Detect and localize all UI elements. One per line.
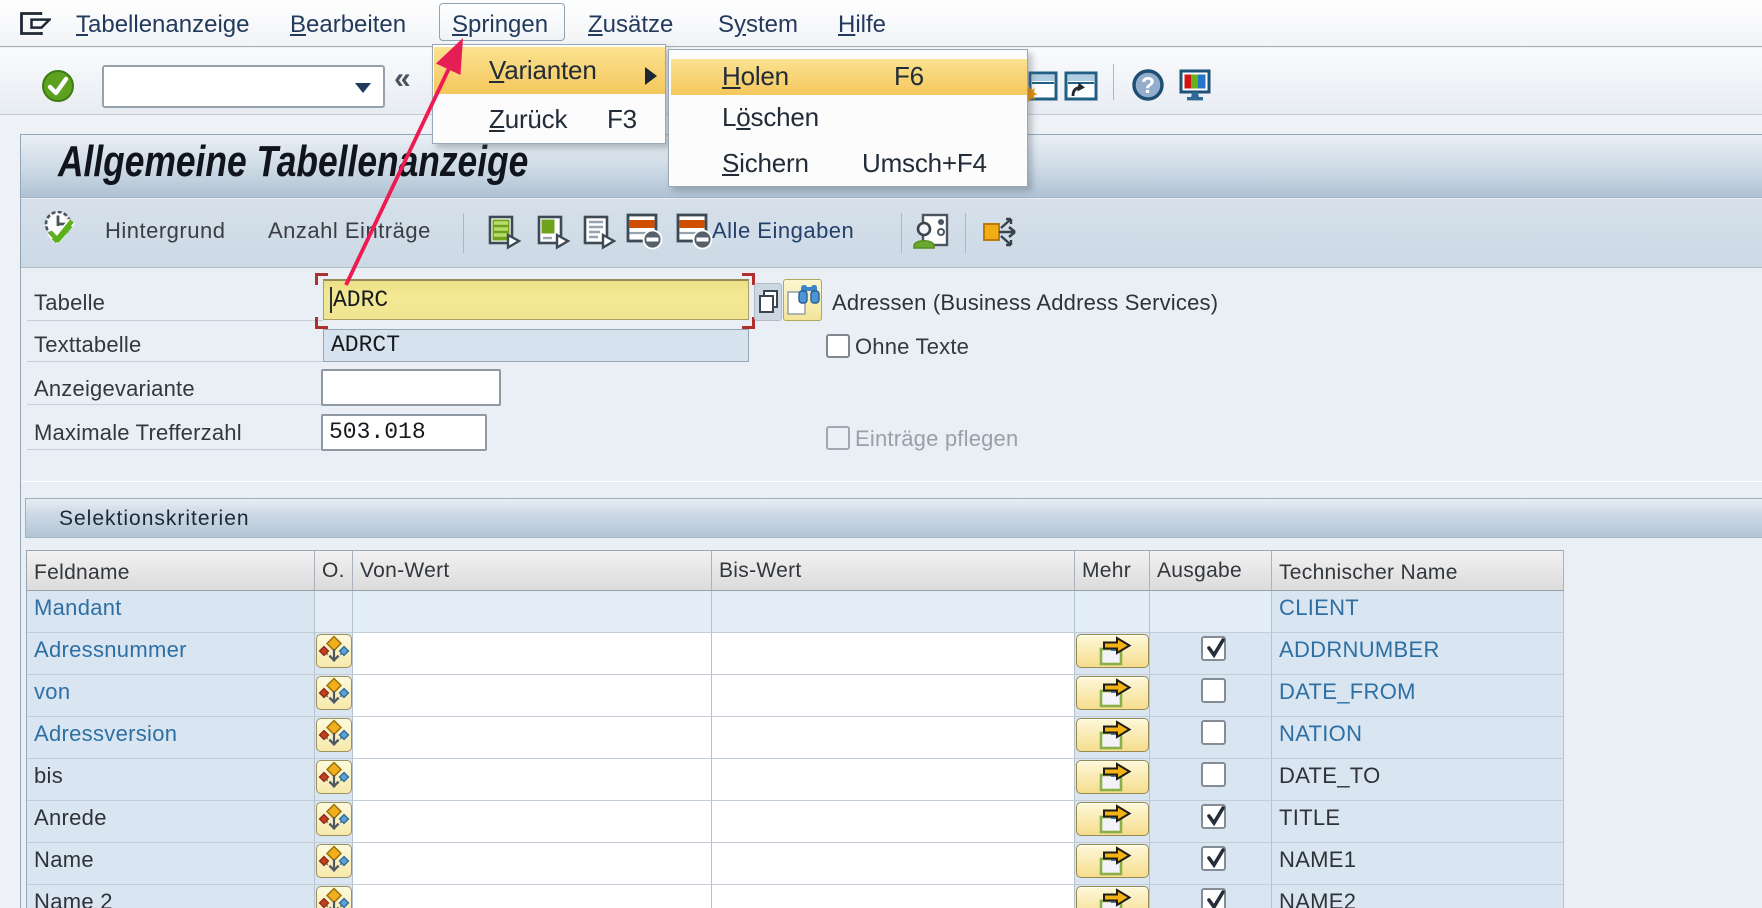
svg-text:?: ?	[1141, 72, 1155, 98]
